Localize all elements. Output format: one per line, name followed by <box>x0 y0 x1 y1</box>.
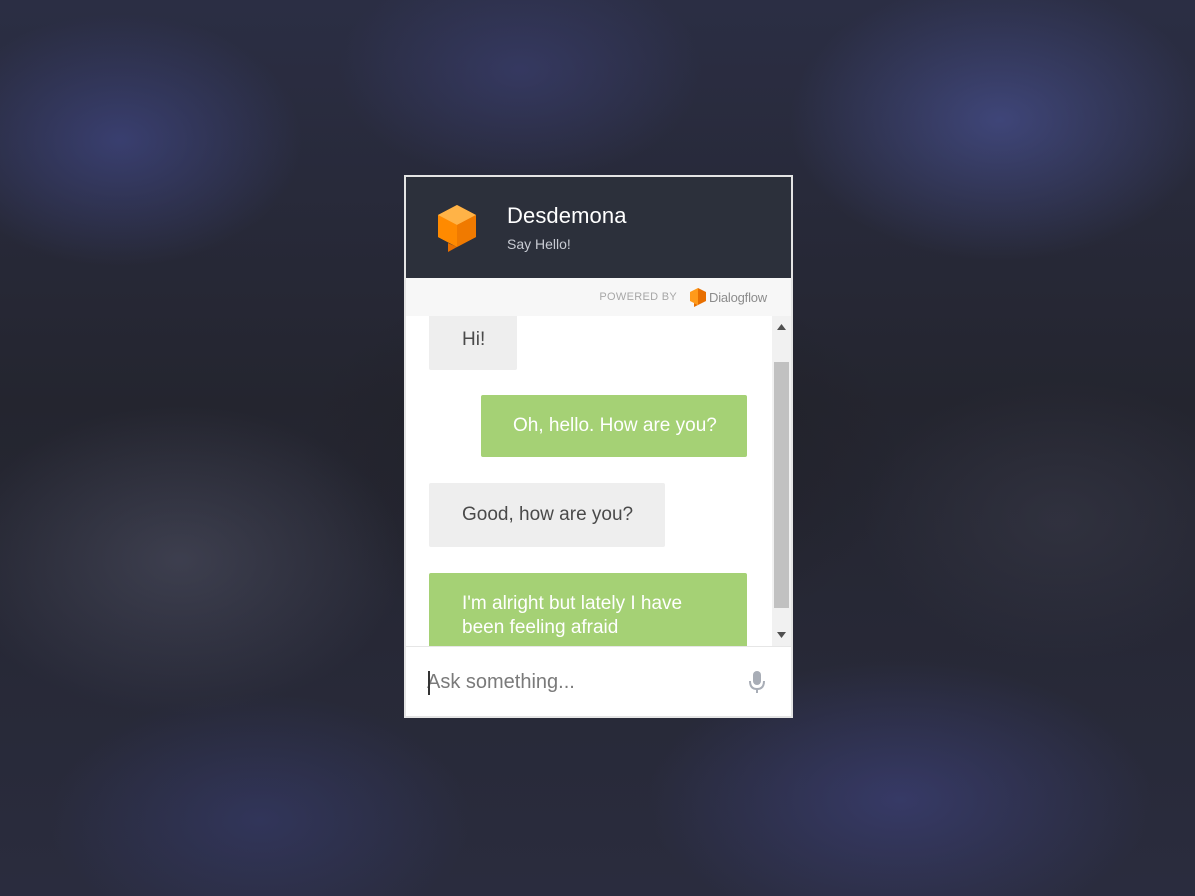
text-caret <box>428 671 430 695</box>
agent-name: Desdemona <box>507 203 627 228</box>
user-message: I'm alright but lately I have been feeli… <box>429 573 747 646</box>
input-bar <box>406 646 791 716</box>
dialogflow-logo-icon <box>690 288 706 307</box>
microphone-icon[interactable] <box>746 669 768 695</box>
chat-header: Desdemona Say Hello! <box>406 177 791 278</box>
chat-widget: Desdemona Say Hello! POWERED BY Dialogfl… <box>404 175 793 718</box>
agent-tagline: Say Hello! <box>507 236 571 252</box>
agent-message: Hi! <box>429 316 517 370</box>
powered-by-bar: POWERED BY Dialogflow <box>406 278 791 316</box>
agent-message: Good, how are you? <box>429 483 665 547</box>
message-scrollbar[interactable] <box>772 316 791 646</box>
query-input[interactable] <box>427 667 727 697</box>
user-message: Oh, hello. How are you? <box>481 395 747 457</box>
powered-by-label: POWERED BY <box>599 291 677 303</box>
scroll-down-arrow-icon[interactable] <box>772 626 791 644</box>
dialogflow-brand-link[interactable]: Dialogflow <box>709 290 767 305</box>
scrollbar-thumb[interactable] <box>774 362 789 608</box>
dialogflow-agent-icon <box>438 205 476 252</box>
scroll-up-arrow-icon[interactable] <box>772 318 791 336</box>
message-list: Hi! Oh, hello. How are you? Good, how ar… <box>406 316 772 646</box>
